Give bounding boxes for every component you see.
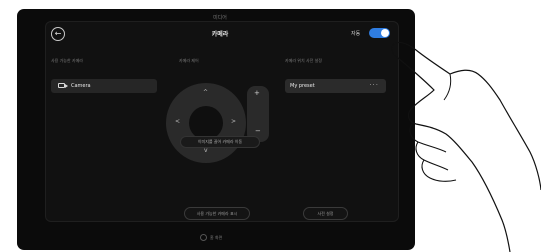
pan-down-icon[interactable]: v (204, 147, 208, 154)
camera-icon (58, 83, 68, 88)
preset-button-label: My preset (290, 83, 315, 89)
camera-select-button[interactable]: Camera (51, 79, 157, 93)
camera-control-label: 카메라 제어 (179, 58, 199, 63)
pan-left-icon[interactable]: < (175, 118, 180, 125)
presets-label: 카메라 위치 사전 설정 (285, 58, 322, 63)
show-available-cameras-button[interactable]: 사용 가능한 카메라 표시 (184, 207, 250, 220)
home-icon[interactable] (200, 234, 207, 241)
pointing-hand-illustration (391, 41, 541, 252)
zoom-out-icon[interactable]: − (255, 127, 261, 135)
available-cameras-label: 사용 가능한 카메라 (51, 58, 83, 63)
camera-button-label: Camera (71, 83, 91, 89)
drag-hint-pill: 이미지를 끌어 카메라 이동 (180, 136, 260, 148)
pan-right-icon[interactable]: > (231, 118, 236, 125)
presets-footer-button[interactable]: 사전 설정 (303, 207, 348, 220)
preset-button[interactable]: My preset ··· (285, 79, 386, 93)
autofocus-label: 자동 (351, 31, 361, 37)
more-options-icon[interactable]: ··· (369, 79, 379, 91)
home-label: 홈 화면 (210, 235, 223, 240)
pan-up-icon[interactable]: ^ (203, 89, 208, 96)
zoom-in-icon[interactable]: + (254, 89, 260, 97)
direction-pad-center (189, 106, 223, 140)
